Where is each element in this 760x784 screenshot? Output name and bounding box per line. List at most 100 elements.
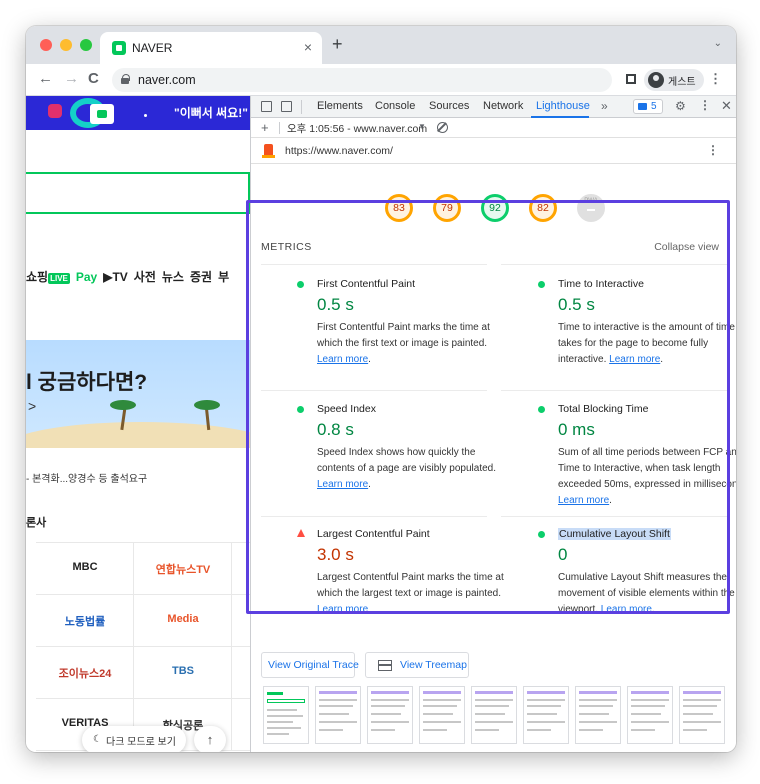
press-row: 노동법률 Media — [36, 595, 250, 647]
chevron-down-icon[interactable]: ▼ — [418, 122, 426, 131]
report-toolbar: + 오후 1:05:56 - www.naver.com ▼ — [251, 118, 736, 138]
view-treemap-label: View Treemap — [400, 659, 467, 671]
tab-network[interactable]: Network — [483, 100, 523, 112]
browser-toolbar: ← → C naver.com 게스트 ⋮ — [26, 64, 736, 96]
inspect-element-icon[interactable] — [261, 101, 272, 112]
tab-sources[interactable]: Sources — [429, 100, 469, 112]
tab-strip: NAVER × + ⌄ — [26, 26, 736, 64]
press-row: 조이뉴스24 TBS — [36, 647, 250, 699]
report-selector[interactable]: 오후 1:05:56 - www.naver.com — [287, 121, 427, 136]
filmstrip-frame[interactable] — [523, 686, 569, 744]
press-logo: 노동법률 — [64, 616, 106, 628]
nav-realestate[interactable]: 부 — [218, 270, 229, 284]
beach-illustration — [26, 422, 250, 448]
trace-buttons: View Original Trace View Treemap — [251, 652, 736, 680]
press-cell[interactable]: TBS — [134, 647, 232, 699]
reload-icon[interactable]: C — [88, 70, 99, 87]
press-section-title: 론사 — [26, 517, 47, 529]
press-logo: MBC — [72, 561, 98, 573]
press-logo: Media — [167, 613, 199, 625]
devtools-menu-icon[interactable]: ⋮ — [699, 98, 711, 112]
app-icon — [90, 104, 114, 124]
zoom-window-button[interactable] — [80, 39, 92, 51]
hero-title: l 궁금하다면? — [26, 371, 148, 394]
service-nav: 쇼핑 LIVE Pay ▶TV 사전 뉴스 증권 부 — [26, 268, 235, 285]
view-original-trace-button[interactable]: View Original Trace — [261, 652, 359, 678]
tab-close-icon[interactable]: × — [304, 39, 312, 55]
device-toolbar-icon[interactable] — [281, 101, 292, 112]
new-tab-button[interactable]: + — [332, 34, 343, 55]
devtools-tabbar: Elements Console Sources Network Lightho… — [251, 96, 736, 118]
filmstrip-frame[interactable] — [367, 686, 413, 744]
filmstrip-frame[interactable] — [419, 686, 465, 744]
audited-url[interactable]: https://www.naver.com/ — [285, 145, 393, 157]
close-window-button[interactable] — [40, 39, 52, 51]
press-cell[interactable]: 연합뉴스TV — [134, 543, 232, 595]
hero-banner[interactable]: l 궁금하다면? > — [26, 340, 250, 448]
nav-news[interactable]: 뉴스 — [162, 270, 184, 284]
view-treemap-button[interactable]: View Treemap — [365, 652, 469, 678]
tab-naver[interactable]: NAVER × — [100, 32, 322, 64]
profile-label: 게스트 — [668, 77, 696, 88]
nav-pay[interactable]: Pay — [76, 270, 97, 284]
address-bar-url[interactable]: naver.com — [138, 73, 196, 87]
nav-shopping[interactable]: 쇼핑 — [26, 270, 48, 284]
live-badge: LIVE — [48, 273, 70, 284]
nav-dictionary[interactable]: 사전 — [134, 270, 156, 284]
forward-icon[interactable]: → — [64, 70, 79, 87]
more-tabs-icon[interactable]: » — [601, 99, 608, 113]
nav-stock[interactable]: 증권 — [190, 270, 212, 284]
issues-icon — [638, 103, 647, 110]
news-headline[interactable]: - 본격화...양경수 등 출석요구 — [26, 470, 147, 485]
decorative-dot — [144, 114, 147, 117]
nav-tv[interactable]: ▶TV — [103, 270, 128, 284]
close-devtools-icon[interactable]: ✕ — [721, 98, 732, 114]
settings-gear-icon[interactable]: ⚙ — [675, 99, 686, 113]
filmstrip-frame[interactable] — [315, 686, 361, 744]
search-input[interactable] — [26, 172, 250, 214]
filmstrip-frame[interactable] — [471, 686, 517, 744]
promo-banner[interactable]: "이뻐서 써요!" — [26, 96, 250, 130]
filmstrip-frame[interactable] — [575, 686, 621, 744]
browser-menu-icon[interactable]: ⋮ — [709, 71, 722, 87]
tab-search-icon[interactable]: ⌄ — [714, 38, 722, 49]
press-logo: TBS — [172, 665, 194, 677]
press-cell[interactable]: MBC — [36, 543, 134, 595]
back-icon[interactable]: ← — [38, 70, 53, 87]
scroll-top-button[interactable]: ↑ — [194, 726, 226, 752]
clear-reports-icon[interactable] — [437, 122, 448, 133]
highlight-annotation-frame — [246, 200, 730, 614]
dark-mode-button[interactable]: ☾ 다크 모드로 보기 — [82, 726, 186, 752]
palm-frond — [194, 400, 220, 410]
filmstrip-frame[interactable] — [679, 686, 725, 744]
issues-button[interactable]: 5 — [633, 99, 663, 114]
screenshot-filmstrip — [263, 686, 733, 752]
press-cell[interactable]: 조이뉴스24 — [36, 647, 134, 699]
tab-lighthouse[interactable]: Lighthouse — [536, 100, 590, 112]
audited-url-row: https://www.naver.com/ ⋮ — [251, 138, 736, 164]
filmstrip-frame[interactable] — [263, 686, 309, 744]
profile-button[interactable]: 게스트 — [644, 69, 704, 91]
view-trace-label: View Original Trace — [268, 659, 359, 671]
report-menu-icon[interactable]: ⋮ — [707, 143, 719, 157]
minimize-window-button[interactable] — [60, 39, 72, 51]
reading-list-icon[interactable] — [626, 74, 636, 84]
press-row: MBC 연합뉴스TV — [36, 543, 250, 595]
hero-arrow-icon: > — [28, 398, 37, 414]
palm-frond — [110, 400, 136, 410]
tab-elements[interactable]: Elements — [317, 100, 363, 112]
filmstrip-frame[interactable] — [627, 686, 673, 744]
naver-favicon-icon — [112, 41, 126, 55]
dark-mode-label: 다크 모드로 보기 — [106, 737, 176, 748]
tab-title: NAVER — [132, 41, 173, 55]
tab-console[interactable]: Console — [375, 100, 415, 112]
address-bar[interactable]: naver.com — [112, 68, 612, 92]
treemap-icon — [378, 660, 392, 671]
press-logo: 조이뉴스24 — [58, 668, 112, 680]
lock-icon[interactable] — [121, 74, 130, 84]
banner-text: "이뻐서 써요!" — [174, 106, 248, 120]
press-cell[interactable]: 노동법률 — [36, 595, 134, 647]
divider — [279, 122, 280, 134]
press-cell[interactable]: Media — [134, 595, 232, 647]
new-report-icon[interactable]: + — [261, 120, 269, 135]
